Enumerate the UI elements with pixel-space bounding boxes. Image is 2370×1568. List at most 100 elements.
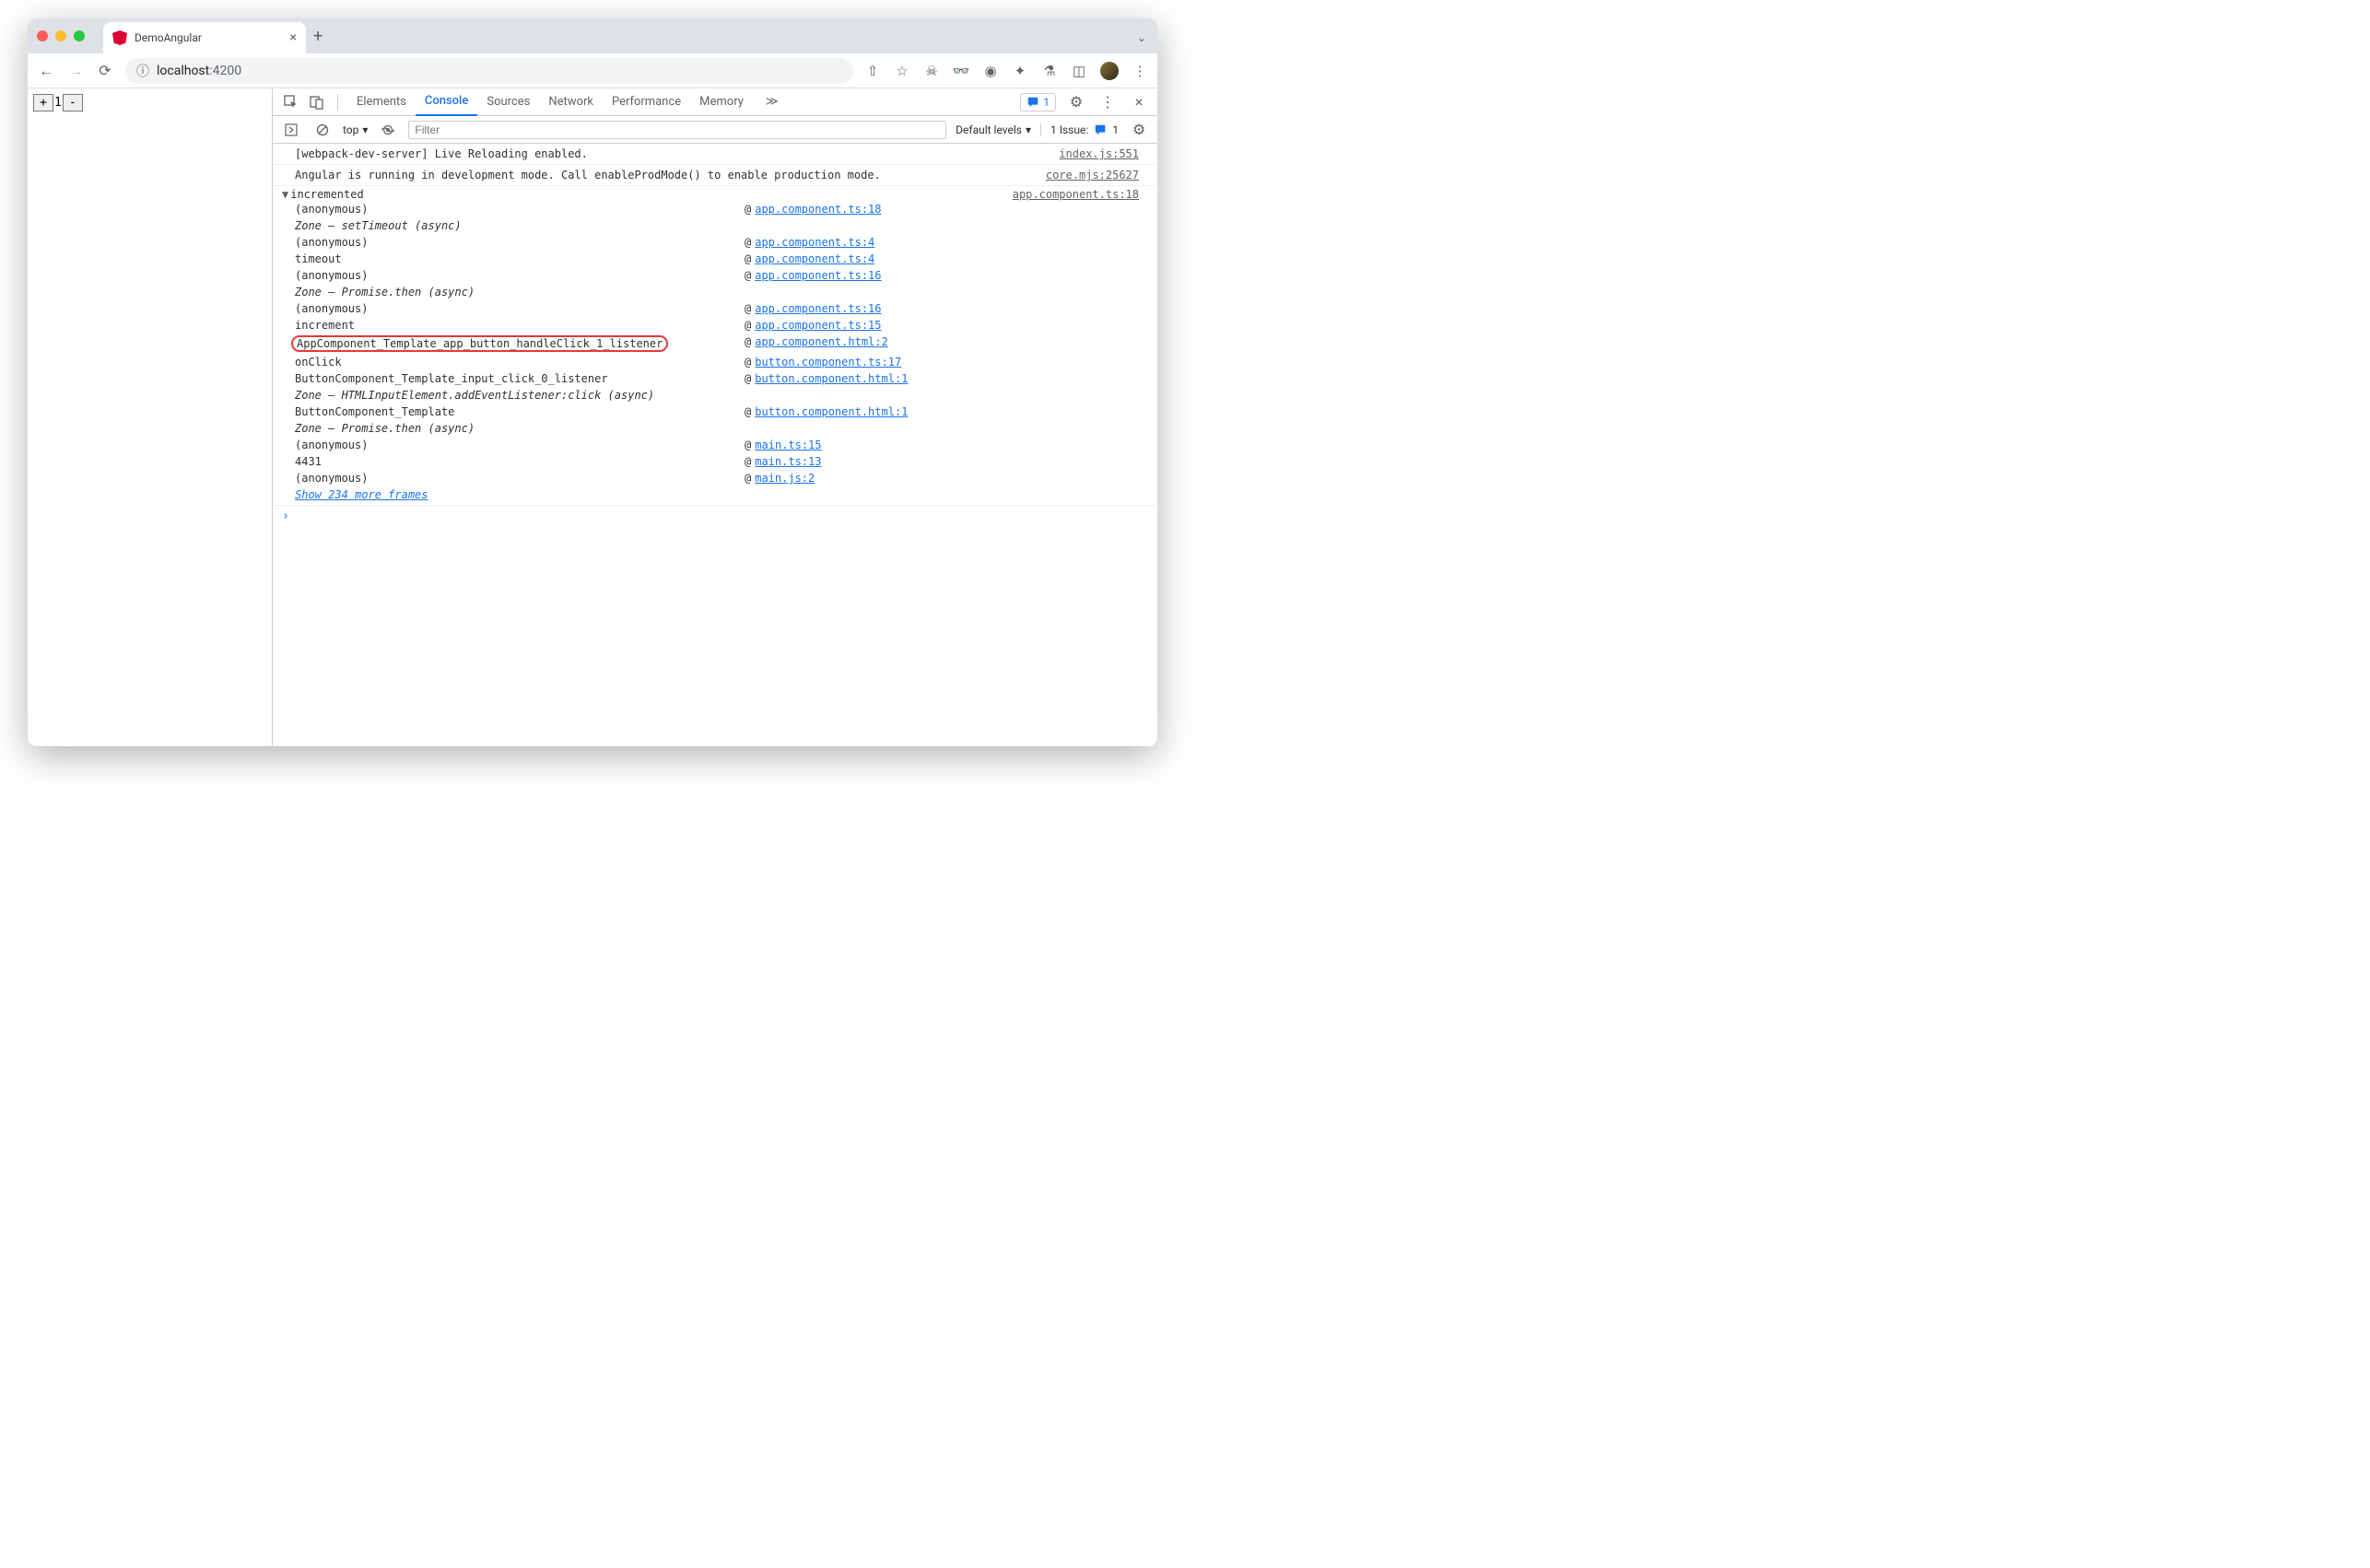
skull-icon[interactable]: ☠ [923, 63, 940, 79]
frame-source-link[interactable]: main.ts:13 [755, 455, 821, 468]
frame-function: ButtonComponent_Template_input_click_0_l… [295, 372, 745, 385]
log-levels-selector[interactable]: Default levels▾ [956, 123, 1031, 136]
browser-tab[interactable]: DemoAngular × [103, 22, 306, 53]
minimize-window-button[interactable] [55, 30, 66, 41]
tab-bar: DemoAngular × + ⌄ [28, 18, 1157, 53]
tabs-menu-button[interactable]: ⌄ [1137, 31, 1146, 44]
stack-frame: (anonymous)@main.js:2 [295, 470, 1139, 486]
back-button[interactable]: ← [37, 62, 55, 80]
stack-frame: onClick@button.component.ts:17 [295, 354, 1139, 370]
window-controls [37, 30, 85, 41]
devtools-tab-sources[interactable]: Sources [477, 88, 539, 116]
content-area: + 1 - ElementsConsoleSourcesNetworkPerfo… [28, 88, 1157, 746]
console-prompt[interactable]: › [273, 506, 1157, 527]
frame-source-link[interactable]: app.component.ts:4 [755, 236, 874, 249]
disclosure-triangle-icon[interactable]: ▼ [282, 188, 288, 201]
increment-button[interactable]: + [33, 94, 53, 111]
trace-header[interactable]: ▼ incremented app.component.ts:18 [295, 188, 1139, 201]
log-source-link[interactable]: index.js:551 [1059, 146, 1139, 162]
stack-frame: ButtonComponent_Template@button.componen… [295, 404, 1139, 420]
frame-source-link[interactable]: app.component.html:2 [755, 335, 888, 348]
site-info-icon[interactable]: ⓘ [136, 62, 149, 80]
frame-function: AppComponent_Template_app_button_handleC… [295, 335, 745, 352]
reload-button[interactable]: ⟳ [96, 62, 114, 79]
frame-function: (anonymous) [295, 302, 745, 315]
frame-function: (anonymous) [295, 236, 745, 249]
stack-frame: timeout@app.component.ts:4 [295, 251, 1139, 267]
stack-frame: (anonymous)@app.component.ts:18 [295, 201, 1139, 217]
close-devtools-icon[interactable]: × [1128, 91, 1150, 113]
stack-frame: ButtonComponent_Template_input_click_0_l… [295, 370, 1139, 387]
devtools-tab-performance[interactable]: Performance [603, 88, 690, 116]
tab-title: DemoAngular [135, 31, 202, 44]
forward-button[interactable]: → [66, 62, 85, 80]
console-log-row: Angular is running in development mode. … [273, 165, 1157, 186]
maximize-window-button[interactable] [74, 30, 85, 41]
zone-frame: Zone — Promise.then (async) [295, 420, 1139, 437]
stack-frame: (anonymous)@app.component.ts:16 [295, 267, 1139, 284]
frame-function: (anonymous) [295, 203, 745, 216]
share-icon[interactable]: ⇧ [864, 63, 881, 79]
close-window-button[interactable] [37, 30, 48, 41]
frame-source-link[interactable]: app.component.ts:15 [755, 319, 881, 332]
frame-source-link[interactable]: app.component.ts:4 [755, 252, 874, 265]
frame-function: (anonymous) [295, 472, 745, 485]
frame-function: ButtonComponent_Template [295, 405, 745, 418]
decrement-button[interactable]: - [63, 94, 83, 111]
highlighted-frame: AppComponent_Template_app_button_handleC… [291, 335, 668, 352]
devtools-tab-elements[interactable]: Elements [347, 88, 416, 116]
devtools-tab-network[interactable]: Network [539, 88, 603, 116]
frame-source-link[interactable]: button.component.html:1 [755, 372, 908, 385]
inspect-element-icon[interactable] [280, 91, 302, 113]
frame-source-link[interactable]: app.component.ts:16 [755, 302, 881, 315]
frame-source-link[interactable]: app.component.ts:18 [755, 203, 881, 216]
address-bar[interactable]: ⓘ localhost:4200 [125, 58, 853, 84]
zone-frame: Zone — setTimeout (async) [295, 217, 1139, 234]
zone-frame: Zone — Promise.then (async) [295, 284, 1139, 300]
live-expression-icon[interactable] [377, 119, 399, 141]
console-log-row: [webpack-dev-server] Live Reloading enab… [273, 144, 1157, 165]
clear-console-icon[interactable] [311, 119, 334, 141]
settings-icon[interactable]: ⚙ [1065, 91, 1087, 113]
stack-frame: (anonymous)@app.component.ts:16 [295, 300, 1139, 317]
devtools-menu-icon[interactable]: ⋮ [1097, 91, 1119, 113]
trace-source-link[interactable]: app.component.ts:18 [1013, 188, 1139, 201]
frame-source-link[interactable]: main.ts:15 [755, 439, 821, 451]
toolbar-icons: ⇧ ☆ ☠ 👓 ◉ ✦ ⚗ ◫ ⋮ [864, 62, 1148, 80]
devtools-tab-memory[interactable]: Memory [690, 88, 753, 116]
bookmark-icon[interactable]: ☆ [894, 63, 910, 79]
messages-badge[interactable]: 1 [1020, 93, 1056, 111]
devtools-tab-console[interactable]: Console [416, 88, 477, 116]
counter-widget: + 1 - [33, 94, 266, 111]
frame-source-link[interactable]: app.component.ts:16 [755, 269, 881, 282]
close-tab-button[interactable]: × [290, 30, 297, 45]
console-settings-icon[interactable]: ⚙ [1128, 119, 1150, 141]
angular-favicon [112, 30, 127, 45]
profile-avatar[interactable] [1100, 62, 1119, 80]
console-filter-input[interactable] [408, 121, 946, 139]
console-toolbar: top▾ Default levels▾ 1 Issue: 1 ⚙ [273, 116, 1157, 144]
issues-indicator[interactable]: 1 Issue: 1 [1040, 123, 1119, 136]
frame-source-link[interactable]: button.component.ts:17 [755, 356, 901, 369]
counter-value: 1 [54, 96, 62, 110]
sidepanel-icon[interactable]: ◫ [1071, 63, 1087, 79]
browser-menu-icon[interactable]: ⋮ [1132, 63, 1148, 79]
log-message: [webpack-dev-server] Live Reloading enab… [295, 146, 1059, 162]
device-toolbar-icon[interactable] [306, 91, 328, 113]
devtools-panel: ElementsConsoleSourcesNetworkPerformance… [273, 88, 1157, 746]
execution-context-selector[interactable]: top▾ [343, 123, 368, 136]
new-tab-button[interactable]: + [313, 27, 323, 46]
incognito-icon[interactable]: 👓 [953, 63, 969, 79]
console-sidebar-toggle-icon[interactable] [280, 119, 302, 141]
extension-panda-icon[interactable]: ◉ [982, 63, 999, 79]
frame-function: timeout [295, 252, 745, 265]
tabs-overflow-button[interactable]: ≫ [757, 88, 788, 116]
extensions-icon[interactable]: ✦ [1012, 63, 1028, 79]
log-source-link[interactable]: core.mjs:25627 [1046, 167, 1139, 183]
frame-source-link[interactable]: main.js:2 [755, 472, 815, 485]
page-viewport: + 1 - [28, 88, 273, 746]
frame-source-link[interactable]: button.component.html:1 [755, 405, 908, 418]
labs-icon[interactable]: ⚗ [1041, 63, 1058, 79]
show-more-frames-link[interactable]: Show 234 more frames [295, 486, 428, 503]
zone-frame: Zone — HTMLInputElement.addEventListener… [295, 387, 1139, 404]
